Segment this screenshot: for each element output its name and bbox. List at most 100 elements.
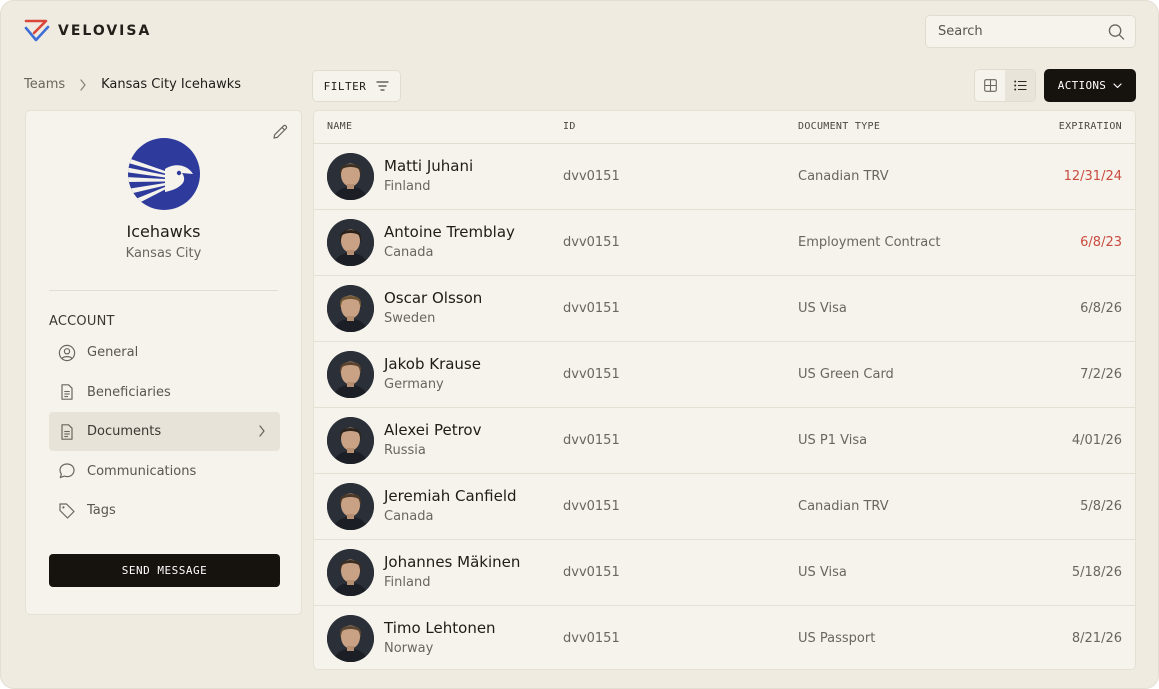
- nav-label-beneficiaries: Beneficiaries: [87, 384, 171, 400]
- grid-icon: [983, 79, 997, 92]
- player-id: dvv0151: [563, 631, 620, 646]
- table-row[interactable]: Johannes Mäkinen Finland dvv0151 US Visa…: [314, 540, 1135, 606]
- person-photo-icon: [327, 219, 374, 266]
- document-type: Employment Contract: [798, 235, 941, 250]
- player-name[interactable]: Alexei Petrov: [384, 421, 482, 439]
- grid-view-button[interactable]: [975, 70, 1005, 101]
- search-icon[interactable]: [1108, 23, 1125, 41]
- table-row[interactable]: Alexei Petrov Russia dvv0151 US P1 Visa …: [314, 408, 1135, 474]
- document-type: US Visa: [798, 565, 847, 580]
- table-body: Matti Juhani Finland dvv0151 Canadian TR…: [314, 144, 1135, 669]
- player-country: Finland: [384, 179, 431, 194]
- player-country: Germany: [384, 377, 444, 392]
- player-country: Norway: [384, 641, 434, 656]
- avatar: [327, 351, 374, 398]
- actions-label: ACTIONS: [1057, 79, 1107, 92]
- section-divider: [49, 290, 278, 291]
- table-row[interactable]: Antoine Tremblay Canada dvv0151 Employme…: [314, 210, 1135, 276]
- avatar: [327, 615, 374, 662]
- expiration-date: 5/8/26: [1080, 499, 1122, 514]
- document-icon: [61, 384, 73, 400]
- person-photo-icon: [327, 153, 374, 200]
- player-name[interactable]: Oscar Olsson: [384, 289, 482, 307]
- avatar: [327, 153, 374, 200]
- player-name[interactable]: Matti Juhani: [384, 157, 473, 175]
- list-icon: [1013, 80, 1026, 91]
- player-id: dvv0151: [563, 235, 620, 250]
- chevron-right-icon: [259, 425, 265, 437]
- player-name[interactable]: Jakob Krause: [384, 355, 481, 373]
- nav-label-communications: Communications: [87, 463, 197, 479]
- nav-item-general[interactable]: General: [49, 333, 280, 372]
- avatar: [327, 483, 374, 530]
- avatar: [327, 549, 374, 596]
- avatar: [327, 219, 374, 266]
- avatar: [327, 285, 374, 332]
- document-type: US Passport: [798, 631, 876, 646]
- column-header-id[interactable]: ID: [563, 121, 576, 132]
- player-name[interactable]: Jeremiah Canfield: [384, 487, 517, 505]
- chat-bubble-icon: [59, 463, 75, 479]
- player-id: dvv0151: [563, 499, 620, 514]
- brand-name: VELOVISA: [58, 23, 152, 39]
- app-frame: VELOVISA Teams Kansas City Icehawks FILT…: [0, 0, 1159, 689]
- player-id: dvv0151: [563, 169, 620, 184]
- nav-item-tags[interactable]: Tags: [49, 491, 280, 530]
- player-name[interactable]: Antoine Tremblay: [384, 223, 515, 241]
- nav-label-documents: Documents: [87, 424, 162, 440]
- player-country: Russia: [384, 443, 426, 458]
- table-row[interactable]: Timo Lehtonen Norway dvv0151 US Passport…: [314, 606, 1135, 669]
- expiration-date: 4/01/26: [1071, 433, 1122, 448]
- document-type: Canadian TRV: [798, 169, 889, 184]
- list-view-button[interactable]: [1005, 70, 1035, 101]
- tag-icon: [59, 503, 75, 519]
- team-city: Kansas City: [125, 246, 202, 261]
- column-header-expiration[interactable]: EXPIRATION: [1059, 121, 1122, 132]
- document-type: US P1 Visa: [798, 433, 868, 448]
- expiration-date: 5/18/26: [1071, 565, 1122, 580]
- player-country: Canada: [384, 509, 434, 524]
- document-icon: [61, 423, 73, 440]
- table-row[interactable]: Jakob Krause Germany dvv0151 US Green Ca…: [314, 342, 1135, 408]
- breadcrumb-teams-link[interactable]: Teams: [24, 77, 65, 92]
- nav-label-general: General: [87, 345, 139, 360]
- team-profile-card: Icehawks Kansas City ACCOUNT General Ben…: [25, 110, 302, 615]
- filter-lines-icon: [376, 81, 389, 91]
- filter-button[interactable]: FILTER: [312, 70, 401, 102]
- send-message-button[interactable]: SEND MESSAGE: [49, 554, 280, 587]
- document-type: US Green Card: [798, 367, 894, 382]
- table-row[interactable]: Matti Juhani Finland dvv0151 Canadian TR…: [314, 144, 1135, 210]
- actions-button[interactable]: ACTIONS: [1044, 69, 1136, 102]
- search-box[interactable]: [925, 15, 1136, 48]
- player-id: dvv0151: [563, 367, 620, 382]
- player-name[interactable]: Timo Lehtonen: [384, 619, 496, 637]
- player-country: Finland: [384, 575, 431, 590]
- avatar: [327, 417, 374, 464]
- view-toggle: [974, 69, 1036, 102]
- player-name[interactable]: Johannes Mäkinen: [384, 553, 520, 571]
- person-photo-icon: [327, 417, 374, 464]
- nav-item-documents[interactable]: Documents: [49, 412, 280, 452]
- search-input[interactable]: [938, 24, 1108, 39]
- documents-table: NAME ID DOCUMENT TYPE EXPIRATION Matti J…: [313, 110, 1136, 670]
- expiration-date: 7/2/26: [1080, 367, 1122, 382]
- table-row[interactable]: Jeremiah Canfield Canada dvv0151 Canadia…: [314, 474, 1135, 540]
- breadcrumb: Teams Kansas City Icehawks: [24, 77, 241, 92]
- column-header-document-type[interactable]: DOCUMENT TYPE: [798, 121, 880, 132]
- pencil-edit-icon[interactable]: [271, 123, 289, 141]
- nav-item-communications[interactable]: Communications: [49, 452, 280, 491]
- document-type: US Visa: [798, 301, 847, 316]
- expiration-date: 8/21/26: [1071, 631, 1122, 646]
- column-header-name[interactable]: NAME: [327, 121, 352, 132]
- document-type: Canadian TRV: [798, 499, 889, 514]
- expiration-date: 6/8/26: [1080, 301, 1122, 316]
- nav-item-beneficiaries[interactable]: Beneficiaries: [49, 373, 280, 412]
- breadcrumb-current: Kansas City Icehawks: [101, 77, 242, 92]
- table-row[interactable]: Oscar Olsson Sweden dvv0151 US Visa 6/8/…: [314, 276, 1135, 342]
- brand-logo[interactable]: VELOVISA: [24, 18, 151, 44]
- person-photo-icon: [327, 483, 374, 530]
- nav-label-tags: Tags: [87, 503, 116, 519]
- expiration-date: 12/31/24: [1063, 169, 1122, 184]
- player-id: dvv0151: [563, 433, 620, 448]
- expiration-date: 6/8/23: [1080, 235, 1122, 250]
